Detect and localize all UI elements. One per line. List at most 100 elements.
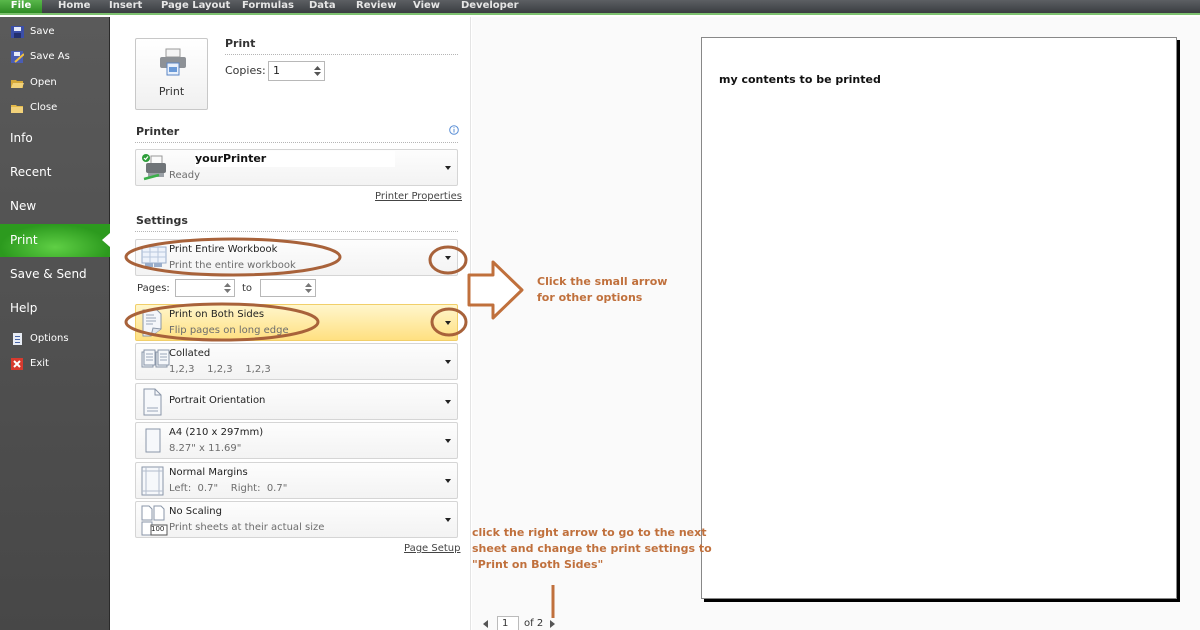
pager-annotation-note: click the right arrow to go to the next … bbox=[472, 525, 712, 573]
settings-section-title: Settings bbox=[136, 214, 188, 227]
preview-page: my contents to be printed bbox=[701, 37, 1177, 599]
sidebar-item-info[interactable]: Info bbox=[0, 123, 110, 153]
print-sides-title: Print on Both Sides bbox=[169, 309, 265, 320]
paper-size-icon bbox=[145, 428, 161, 453]
print-sides-subtitle: Flip pages on long edge bbox=[169, 325, 289, 336]
orientation-title: Portrait Orientation bbox=[169, 395, 266, 406]
collated-icon bbox=[141, 349, 170, 368]
chevron-down-icon[interactable] bbox=[445, 166, 451, 170]
copies-value: 1 bbox=[273, 64, 280, 77]
sidebar-item-recent[interactable]: Recent bbox=[0, 157, 110, 187]
sidebar-item-help[interactable]: Help bbox=[0, 293, 110, 323]
chevron-down-icon[interactable] bbox=[445, 360, 451, 364]
exit-icon bbox=[11, 358, 23, 370]
save-icon bbox=[11, 26, 24, 38]
print-what-subtitle: Print the entire workbook bbox=[169, 260, 296, 271]
sidebar-item-save[interactable]: Save bbox=[0, 22, 110, 42]
printer-properties-link[interactable]: Printer Properties bbox=[375, 191, 462, 202]
margins-subtitle: Left: 0.7" Right: 0.7" bbox=[169, 483, 288, 494]
sidebar-item-print[interactable]: Print bbox=[0, 224, 110, 257]
sidebar-item-label: Options bbox=[30, 333, 69, 344]
paper-size-title: A4 (210 x 297mm) bbox=[169, 427, 264, 438]
pages-to-input[interactable] bbox=[260, 279, 316, 297]
scaling-title: No Scaling bbox=[169, 506, 222, 517]
options-icon bbox=[13, 333, 22, 345]
paper-size-dropdown[interactable]: A4 (210 x 297mm) 8.27" x 11.69" bbox=[135, 422, 458, 459]
pages-to-label: to bbox=[242, 283, 253, 294]
annotation-line: Click the small arrow bbox=[537, 275, 668, 288]
tab-developer[interactable]: Developer bbox=[461, 0, 519, 13]
divider bbox=[135, 231, 458, 232]
save-as-icon bbox=[11, 51, 24, 63]
sidebar-item-label: Close bbox=[30, 102, 58, 113]
chevron-down-icon[interactable] bbox=[445, 321, 451, 325]
divider bbox=[225, 54, 458, 55]
sidebar-item-label: Print bbox=[10, 233, 38, 247]
sidebar-item-close[interactable]: Close bbox=[0, 98, 110, 118]
chevron-down-icon[interactable] bbox=[445, 479, 451, 483]
print-sides-dropdown[interactable]: Print on Both Sides Flip pages on long e… bbox=[135, 304, 458, 341]
divider bbox=[135, 142, 458, 143]
pages-from-input[interactable] bbox=[175, 279, 235, 297]
workbook-icon bbox=[141, 246, 167, 267]
duplex-page-icon bbox=[142, 309, 162, 337]
page-setup-link[interactable]: Page Setup bbox=[404, 543, 461, 554]
tab-view[interactable]: View bbox=[413, 0, 440, 13]
tab-formulas[interactable]: Formulas bbox=[242, 0, 294, 13]
page-count-label: of 2 bbox=[524, 618, 544, 629]
sidebar-item-save-send[interactable]: Save & Send bbox=[0, 259, 110, 289]
spinner-arrows-icon[interactable] bbox=[314, 64, 321, 78]
preview-page-content: my contents to be printed bbox=[719, 73, 881, 86]
tab-data[interactable]: Data bbox=[309, 0, 336, 13]
sidebar-item-open[interactable]: Open bbox=[0, 73, 110, 93]
info-icon[interactable] bbox=[449, 125, 459, 135]
annotation-line: sheet and change the print settings to bbox=[472, 542, 712, 555]
arrow-annotation-note: Click the small arrow for other options bbox=[537, 274, 667, 306]
chevron-down-icon[interactable] bbox=[445, 400, 451, 404]
annotation-line: click the right arrow to go to the next bbox=[472, 526, 707, 539]
chevron-down-icon[interactable] bbox=[445, 256, 451, 260]
active-indicator bbox=[102, 233, 110, 247]
printer-ready-icon bbox=[142, 154, 166, 181]
chevron-down-icon[interactable] bbox=[445, 518, 451, 522]
sidebar-item-save-as[interactable]: Save As bbox=[0, 47, 110, 67]
printer-section-title: Printer bbox=[136, 125, 180, 138]
current-page-input[interactable]: 1 bbox=[497, 616, 519, 630]
copies-input[interactable]: 1 bbox=[268, 61, 325, 81]
print-button[interactable]: Print bbox=[135, 38, 208, 110]
next-page-arrow-icon[interactable] bbox=[550, 620, 555, 628]
collation-dropdown[interactable]: Collated 1,2,3 1,2,3 1,2,3 bbox=[135, 343, 458, 380]
close-folder-icon bbox=[11, 105, 23, 113]
spinner-arrows-icon[interactable] bbox=[305, 281, 312, 295]
tab-insert[interactable]: Insert bbox=[109, 0, 142, 13]
sidebar-item-options[interactable]: Options bbox=[0, 329, 110, 349]
scaling-dropdown[interactable]: 100 No Scaling Print sheets at their act… bbox=[135, 501, 458, 538]
tab-review[interactable]: Review bbox=[356, 0, 396, 13]
print-what-title: Print Entire Workbook bbox=[169, 244, 278, 255]
scaling-icon-label: 100 bbox=[151, 525, 165, 533]
backstage-sidebar: Save Save As Open Close Info Recent New … bbox=[0, 17, 110, 630]
margins-icon bbox=[141, 466, 164, 496]
sidebar-item-label: Save As bbox=[30, 51, 70, 62]
printer-status: Ready bbox=[169, 170, 201, 181]
annotation-line: "Print on Both Sides" bbox=[472, 558, 604, 571]
margins-dropdown[interactable]: Normal Margins Left: 0.7" Right: 0.7" bbox=[135, 462, 458, 499]
margins-title: Normal Margins bbox=[169, 467, 248, 478]
open-folder-icon bbox=[11, 80, 24, 88]
tab-home[interactable]: Home bbox=[58, 0, 90, 13]
print-what-dropdown[interactable]: Print Entire Workbook Print the entire w… bbox=[135, 239, 458, 276]
chevron-down-icon[interactable] bbox=[445, 439, 451, 443]
previous-page-arrow-icon[interactable] bbox=[483, 620, 488, 628]
sidebar-item-exit[interactable]: Exit bbox=[0, 354, 110, 374]
pages-label: Pages: bbox=[137, 283, 170, 294]
copies-label: Copies: bbox=[225, 64, 266, 77]
portrait-page-icon bbox=[143, 388, 162, 416]
print-button-label: Print bbox=[158, 85, 185, 98]
ribbon-tabs: File Home Insert Page Layout Formulas Da… bbox=[0, 0, 1200, 15]
orientation-dropdown[interactable]: Portrait Orientation bbox=[135, 383, 458, 420]
sidebar-item-new[interactable]: New bbox=[0, 191, 110, 221]
spinner-arrows-icon[interactable] bbox=[224, 281, 231, 295]
tab-file[interactable]: File bbox=[0, 0, 42, 13]
tab-page-layout[interactable]: Page Layout bbox=[161, 0, 230, 13]
excel-backstage-print: File Home Insert Page Layout Formulas Da… bbox=[0, 0, 1200, 630]
